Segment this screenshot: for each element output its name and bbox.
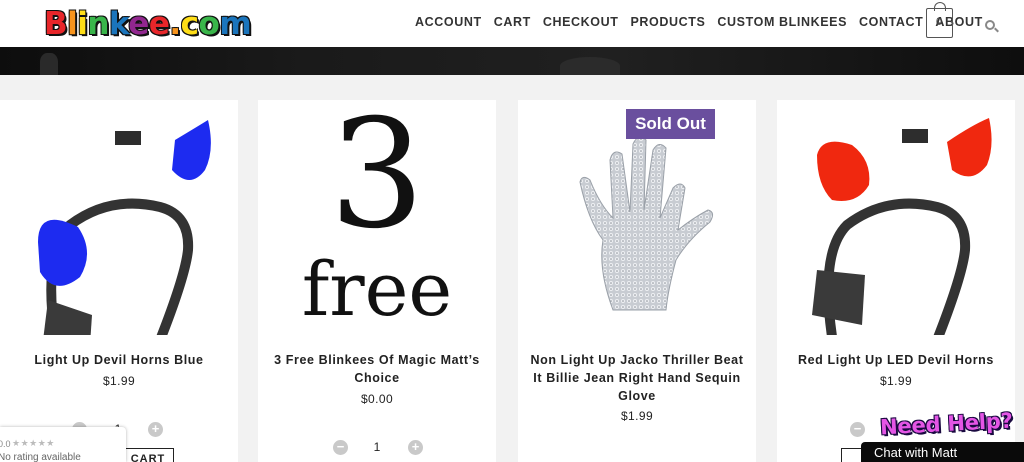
- product-card[interactable]: Sold Out Non Light Up Jacko Thriller Bea…: [518, 100, 756, 462]
- nav-item-custom-blinkees[interactable]: CUSTOM BLINKEES: [717, 15, 847, 29]
- product-image-red-devil-horns[interactable]: [777, 100, 1015, 335]
- image-number: 3: [329, 88, 425, 262]
- qty-minus-button[interactable]: −: [333, 440, 348, 455]
- product-title[interactable]: Non Light Up Jacko Thriller Beat It Bill…: [528, 351, 746, 405]
- nav-item-contact[interactable]: CONTACT: [859, 15, 923, 29]
- product-title[interactable]: Red Light Up LED Devil Horns: [787, 351, 1005, 369]
- site-header: Blinkee.com ACCOUNT CART CHECKOUT PRODUC…: [0, 0, 1024, 47]
- horn-left: [38, 219, 88, 286]
- product-title[interactable]: 3 Free Blinkees Of Magic Matt’s Choice: [268, 351, 486, 387]
- product-card[interactable]: 3 free 3 Free Blinkees Of Magic Matt’s C…: [258, 100, 496, 462]
- product-card[interactable]: Light Up Devil Horns Blue $1.99 − 1 + CA…: [0, 100, 238, 462]
- sold-out-badge: Sold Out: [626, 109, 715, 139]
- nav-item-account[interactable]: ACCOUNT: [415, 15, 482, 29]
- chat-button[interactable]: Chat with Matt: [861, 442, 1024, 462]
- product-price: $1.99: [879, 374, 913, 388]
- search-icon[interactable]: [985, 20, 995, 30]
- product-price: $1.99: [620, 409, 654, 423]
- nav-item-products[interactable]: PRODUCTS: [630, 15, 705, 29]
- add-to-cart-button[interactable]: CART: [122, 448, 174, 462]
- nav-item-checkout[interactable]: CHECKOUT: [543, 15, 619, 29]
- hero-banner-strip: [0, 47, 1024, 75]
- main-nav: ACCOUNT CART CHECKOUT PRODUCTS CUSTOM BL…: [415, 15, 995, 29]
- product-image-3-free[interactable]: 3 free: [258, 100, 496, 335]
- site-logo[interactable]: Blinkee.com: [44, 4, 252, 44]
- qty-value[interactable]: 1: [367, 440, 387, 454]
- store-rating-widget[interactable]: 0.0 ★★★★★ No rating available: [0, 427, 126, 462]
- qty-plus-button[interactable]: +: [148, 422, 163, 437]
- rating-score: 0.0: [0, 439, 11, 449]
- cart-count: 0: [935, 16, 943, 28]
- nav-item-cart[interactable]: CART: [494, 15, 531, 29]
- qty-plus-button[interactable]: +: [408, 440, 423, 455]
- qty-minus-button[interactable]: −: [850, 422, 865, 437]
- product-card[interactable]: Red Light Up LED Devil Horns $1.99 − 1: [777, 100, 1015, 462]
- image-word: free: [301, 247, 453, 333]
- product-price: $1.99: [102, 374, 136, 388]
- shopping-bag-icon[interactable]: 0: [926, 2, 953, 38]
- horn-right: [947, 118, 992, 177]
- product-price: $0.00: [360, 392, 394, 406]
- product-image-blue-devil-horns[interactable]: [0, 100, 238, 335]
- rating-text: No rating available: [0, 452, 81, 462]
- horn-left: [817, 141, 870, 201]
- horn-right: [172, 120, 211, 180]
- rating-stars-icon: ★★★★★: [12, 438, 55, 448]
- product-title[interactable]: Light Up Devil Horns Blue: [10, 351, 228, 369]
